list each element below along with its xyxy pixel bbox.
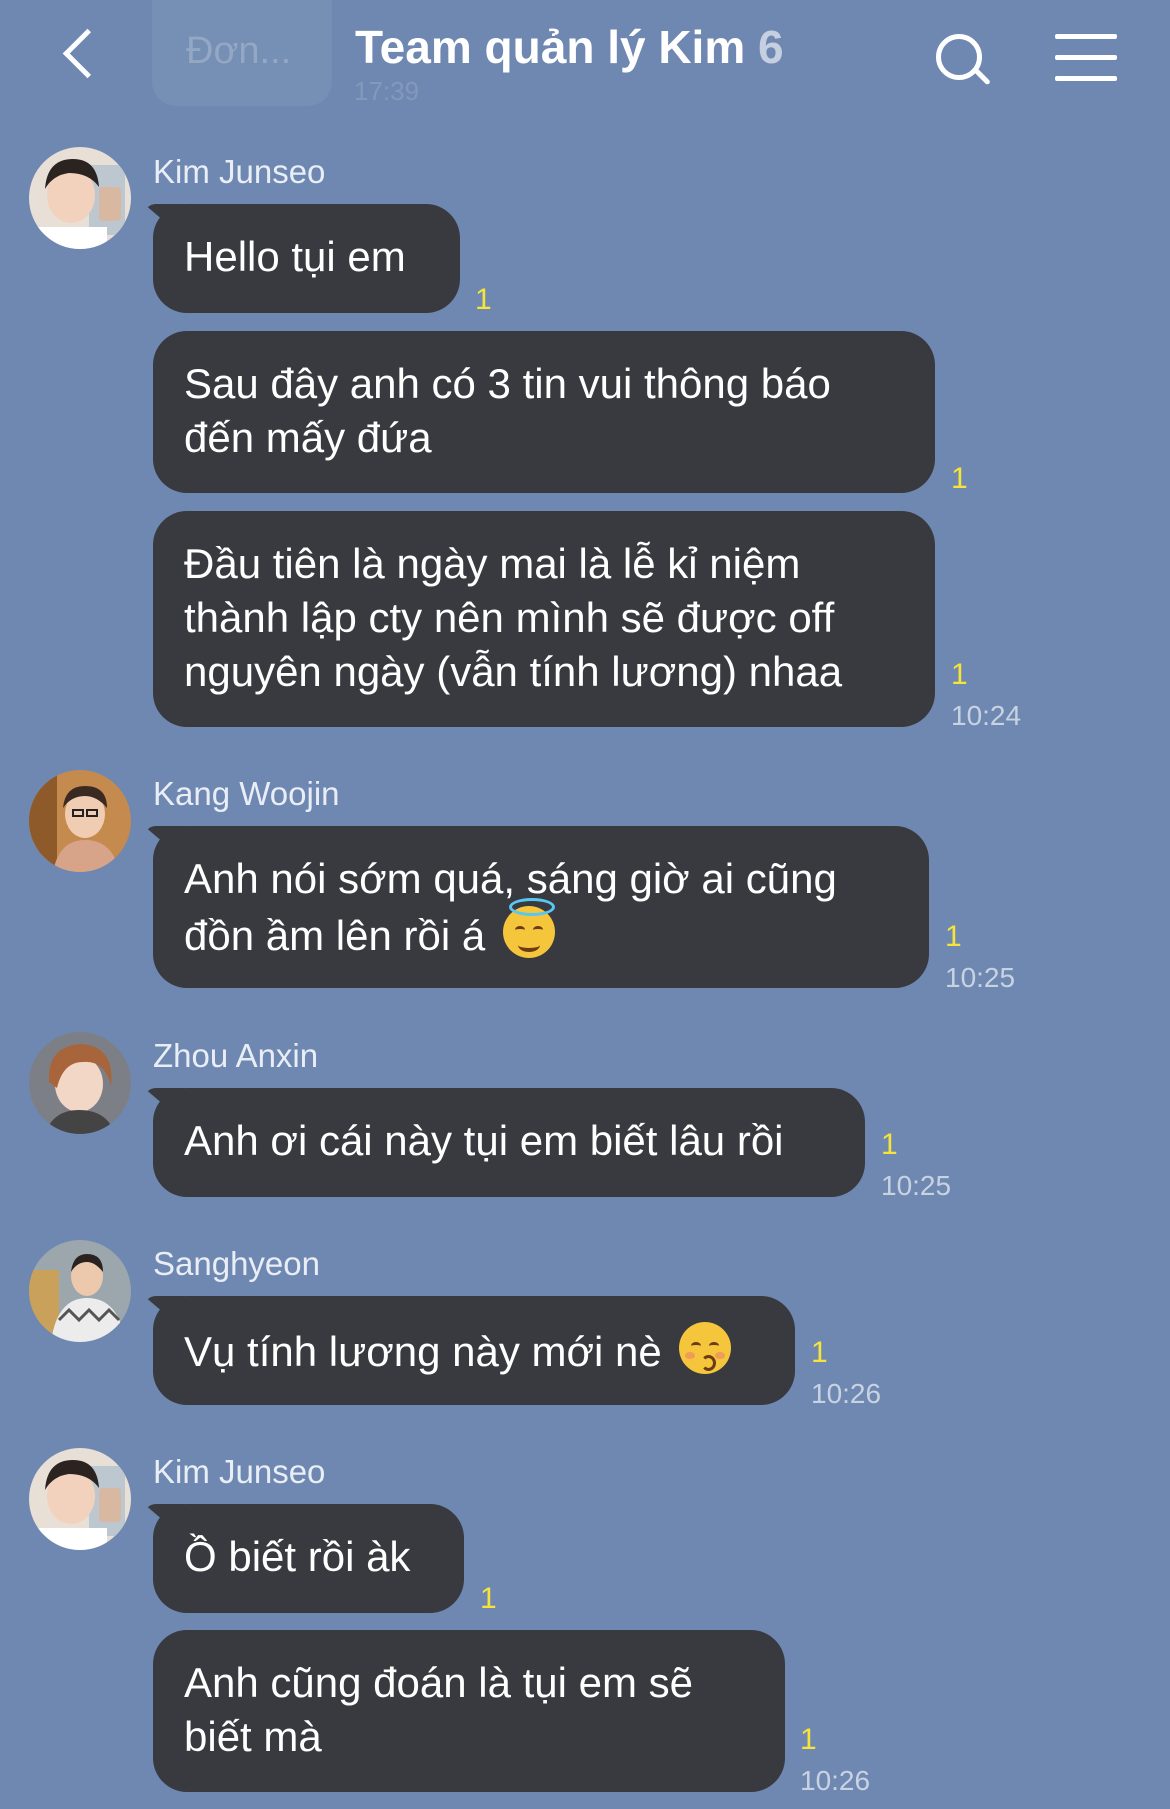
chat-title-text: Team quản lý Kim xyxy=(355,21,746,73)
unread-count: 1 xyxy=(881,1128,898,1161)
message-time: 10:26 xyxy=(811,1378,882,1409)
message-bubble[interactable]: Vụ tính lương này mới nè xyxy=(153,1296,795,1405)
sender-name: Kim Junseo xyxy=(153,1453,326,1490)
avatar-kim-junseo[interactable] xyxy=(29,1448,131,1550)
sender-name: Zhou Anxin xyxy=(153,1037,319,1074)
message-bubble[interactable]: Anh ơi cái này tụi em biết lâu rồi xyxy=(153,1088,865,1197)
member-count: 6 xyxy=(758,21,784,73)
message-bubble[interactable]: Anh nói sớm quá, sáng giờ ai cũng đồn ầm… xyxy=(153,826,929,988)
message-line: Vụ tính lương này mới nè xyxy=(184,1322,765,1379)
unread-count: 1 xyxy=(811,1336,828,1369)
message-line: đồn ầm lên rồi á xyxy=(184,898,899,963)
kissing-face-icon xyxy=(679,1322,732,1374)
message-line: Ồ biết rồi àk xyxy=(184,1533,411,1580)
message-line: đến mấy đứa xyxy=(184,414,432,461)
message-line: Hello tụi em xyxy=(184,233,406,280)
message-line: Anh ơi cái này tụi em biết lâu rồi xyxy=(184,1117,784,1164)
back-arrow-icon[interactable] xyxy=(52,18,112,88)
unread-count: 1 xyxy=(480,1582,497,1615)
message-line: Đầu tiên là ngày mai là lễ kỉ niệm xyxy=(184,540,801,587)
previous-chat-text: Đơn... xyxy=(186,30,292,72)
smiling-face-with-halo-icon xyxy=(502,898,555,958)
unread-count: 1 xyxy=(951,462,968,495)
message-time: 10:26 xyxy=(800,1765,871,1796)
previous-chat-time: 17:39 xyxy=(354,76,420,106)
message-time: 10:25 xyxy=(945,962,1016,993)
avatar-zhou-anxin[interactable] xyxy=(29,1032,131,1134)
avatar-kim-junseo[interactable] xyxy=(29,147,131,249)
message-bubble[interactable]: Ồ biết rồi àk xyxy=(153,1504,464,1613)
avatar-kang-woojin[interactable] xyxy=(29,770,131,872)
message-bubble[interactable]: Sau đây anh có 3 tin vui thông báo đến m… xyxy=(153,331,935,493)
message-bubble[interactable]: Hello tụi em xyxy=(153,204,460,313)
avatar-sanghyeon[interactable] xyxy=(29,1240,131,1342)
unread-count: 1 xyxy=(800,1723,817,1756)
message-bubble[interactable]: Anh cũng đoán là tụi em sẽ biết mà xyxy=(153,1630,785,1792)
message-line: biết mà xyxy=(184,1713,322,1760)
unread-count: 1 xyxy=(951,658,968,691)
unread-count: 1 xyxy=(945,920,962,953)
message-time: 10:24 xyxy=(951,700,1022,731)
search-icon[interactable] xyxy=(930,28,994,92)
message-bubble[interactable]: Đầu tiên là ngày mai là lễ kỉ niệm thành… xyxy=(153,511,935,727)
chat-title: Team quản lý Kim 6 xyxy=(355,20,784,74)
sender-name: Kang Woojin xyxy=(153,775,340,812)
message-line: Anh cũng đoán là tụi em sẽ xyxy=(184,1659,694,1706)
message-time: 10:25 xyxy=(881,1170,952,1201)
sender-name: Sanghyeon xyxy=(153,1245,320,1282)
previous-chat-preview[interactable]: Đơn... 17:39 xyxy=(152,0,419,106)
chat-header: Đơn... 17:39 Team quản lý Kim 6 xyxy=(0,0,1170,110)
message-line: thành lập cty nên mình sẽ được off xyxy=(184,594,835,641)
sender-name: Kim Junseo xyxy=(153,153,326,190)
message-line: Sau đây anh có 3 tin vui thông báo xyxy=(184,360,831,407)
unread-count: 1 xyxy=(475,283,492,316)
message-line: nguyên ngày (vẫn tính lương) nhaa xyxy=(184,648,843,695)
menu-icon[interactable] xyxy=(1055,34,1117,82)
